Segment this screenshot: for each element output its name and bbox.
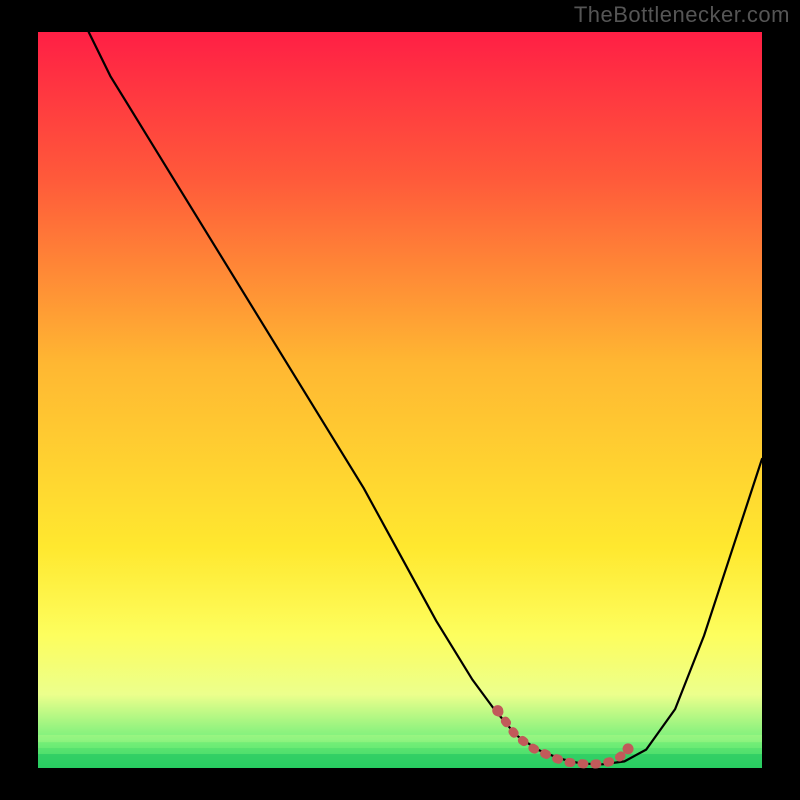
chart-frame: TheBottlenecker.com (0, 0, 800, 800)
trough-marker-dot (492, 705, 503, 716)
trough-marker-dot (623, 743, 634, 754)
bottleneck-chart (0, 0, 800, 800)
watermark-text: TheBottlenecker.com (574, 2, 790, 28)
